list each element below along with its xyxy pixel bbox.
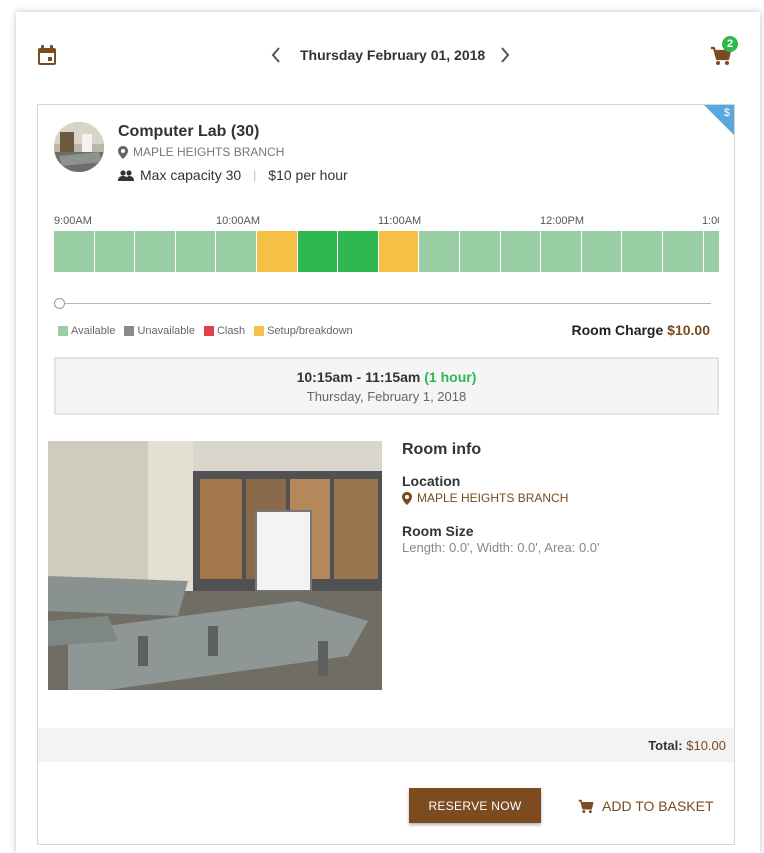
- next-day-button[interactable]: [495, 44, 515, 66]
- time-slot-available[interactable]: [94, 231, 136, 272]
- location-value: MAPLE HEIGHTS BRANCH: [402, 491, 722, 505]
- total-bar: Total: $10.00: [38, 728, 734, 762]
- reserve-now-button[interactable]: RESERVE NOW: [409, 788, 541, 823]
- selected-time-range: 10:15am - 11:15am (1 hour): [56, 369, 717, 385]
- room-card: $ Computer Lab (30) MAPLE HEIGHTS BRANCH…: [37, 104, 735, 845]
- time-slot-available[interactable]: [419, 231, 460, 272]
- cart-button[interactable]: 2: [710, 36, 740, 70]
- add-to-basket-label: ADD TO BASKET: [602, 798, 714, 814]
- room-size-heading: Room Size: [402, 523, 474, 539]
- room-capacity: Max capacity 30: [140, 167, 242, 183]
- legend-clash: Clash: [203, 325, 245, 337]
- date-navigator: Thursday February 01, 2018: [266, 44, 515, 66]
- total-label: Total:: [648, 738, 683, 753]
- time-slot-available[interactable]: [581, 231, 623, 272]
- room-title: Computer Lab (30): [118, 123, 260, 140]
- room-thumbnail: [54, 122, 104, 172]
- room-rate: $10 per hour: [268, 167, 348, 183]
- timeline-labels: 9:00AM 10:00AM 11:00AM 12:00PM 1:00PM: [54, 215, 719, 229]
- timeline-slots: [54, 231, 719, 272]
- prev-day-button[interactable]: [266, 44, 286, 66]
- time-label: 11:00AM: [378, 215, 422, 227]
- total: Total: $10.00: [648, 738, 726, 753]
- chevron-left-icon: [271, 47, 280, 63]
- legend-unavailable: Unavailable: [124, 325, 195, 337]
- capacity-separator: |: [253, 168, 257, 182]
- time-label: 12:00PM: [540, 215, 585, 227]
- timeline-scroll-track[interactable]: [64, 303, 711, 304]
- time-slot-available[interactable]: [135, 231, 176, 272]
- room-photo: [48, 441, 382, 690]
- current-date: Thursday February 01, 2018: [300, 47, 486, 63]
- location-heading: Location: [402, 473, 461, 489]
- legend-available: Available: [58, 325, 115, 337]
- time-slot-available[interactable]: [622, 231, 663, 272]
- time-slot-selected[interactable]: [297, 231, 339, 272]
- room-branch: MAPLE HEIGHTS BRANCH: [118, 145, 284, 159]
- timeline-scroll-handle[interactable]: [54, 298, 65, 309]
- cart-count-badge: 2: [722, 36, 738, 52]
- cart-icon: [578, 799, 594, 813]
- people-icon: [118, 169, 134, 181]
- top-bar: Thursday February 01, 2018 2: [16, 12, 760, 92]
- calendar-icon[interactable]: [37, 45, 57, 66]
- legend-setup: Setup/breakdown: [254, 325, 353, 337]
- time-slot-available[interactable]: [216, 231, 257, 272]
- map-pin-icon: [118, 145, 128, 159]
- time-label: 1:00PM: [702, 215, 719, 227]
- selected-time-summary: 10:15am - 11:15am (1 hour) Thursday, Feb…: [54, 357, 719, 415]
- room-charge-amount: $10.00: [667, 322, 710, 338]
- time-range-text: 10:15am - 11:15am: [296, 369, 421, 385]
- add-to-basket-button[interactable]: ADD TO BASKET: [578, 794, 714, 818]
- time-slot-available[interactable]: [54, 231, 95, 272]
- time-slot-setup[interactable]: [378, 231, 420, 272]
- timeline-legend: Available Unavailable Clash Setup/breakd…: [58, 325, 362, 337]
- map-pin-icon: [402, 491, 412, 505]
- room-charge-label: Room Charge: [571, 322, 664, 338]
- time-slot-available[interactable]: [541, 231, 582, 272]
- chevron-right-icon: [501, 47, 510, 63]
- total-amount: $10.00: [686, 738, 726, 753]
- time-slot-available[interactable]: [703, 231, 719, 272]
- room-branch-label: MAPLE HEIGHTS BRANCH: [133, 145, 285, 159]
- time-slot-selected[interactable]: [338, 231, 379, 272]
- time-slot-available[interactable]: [459, 231, 501, 272]
- time-label: 10:00AM: [216, 215, 261, 227]
- time-duration: (1 hour): [424, 369, 477, 385]
- time-label: 9:00AM: [54, 215, 92, 227]
- room-info-title: Room info: [402, 441, 482, 458]
- app-shell: Thursday February 01, 2018 2 $ Computer …: [16, 12, 760, 853]
- time-slot-available[interactable]: [662, 231, 704, 272]
- room-size-value: Length: 0.0', Width: 0.0', Area: 0.0': [402, 540, 600, 555]
- time-slot-available[interactable]: [500, 231, 542, 272]
- location-branch: MAPLE HEIGHTS BRANCH: [417, 491, 569, 505]
- dollar-icon: $: [723, 107, 730, 119]
- room-capacity-line: Max capacity 30 | $10 per hour: [118, 167, 348, 183]
- room-charge: Room Charge $10.00: [571, 322, 710, 338]
- time-slot-available[interactable]: [175, 231, 217, 272]
- room-info-panel: Room info Location MAPLE HEIGHTS BRANCH …: [402, 441, 722, 555]
- time-slot-setup[interactable]: [256, 231, 298, 272]
- selected-date: Thursday, February 1, 2018: [306, 389, 467, 404]
